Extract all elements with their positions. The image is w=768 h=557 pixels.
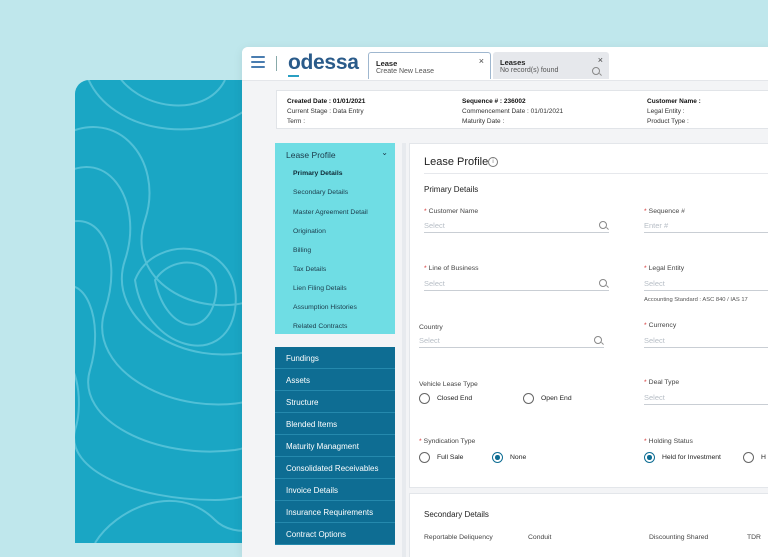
nav-item-invoice-details[interactable]: Invoice Details — [275, 479, 395, 501]
tab-lease[interactable]: Lease Create New Lease × — [368, 52, 491, 79]
column-conduit: Conduit — [528, 534, 552, 541]
vehicle-lease-type-label: Vehicle Lease Type — [419, 381, 478, 388]
chevron-down-icon[interactable]: ⌄ — [381, 148, 388, 157]
nav-sub-master-agreement[interactable]: Master Agreement Detail — [293, 209, 368, 216]
tab-subtitle: No record(s) found — [500, 67, 559, 74]
radio-circle[interactable] — [419, 393, 430, 404]
legal-entity-summary: Legal Entity : — [647, 108, 685, 115]
line-of-business-label: * Line of Business — [424, 265, 479, 272]
customer-name-summary: Customer Name : — [647, 98, 701, 105]
tab-title: Lease — [376, 59, 398, 68]
secondary-details-section: Secondary Details Reportable Deliquency … — [409, 493, 768, 557]
term: Term : — [287, 118, 306, 125]
section-subtitle: Primary Details — [424, 185, 479, 194]
form-title: Lease Profile — [424, 156, 489, 168]
summary-col-1: Created Date : 01/01/2021 Current Stage … — [287, 97, 365, 127]
nav-sub-primary-details[interactable]: Primary Details — [293, 170, 343, 177]
nav-scrollbar[interactable] — [402, 143, 406, 557]
column-reportable-deliquency: Reportable Deliquency — [424, 534, 493, 541]
sequence-number: Sequence # : 236002 — [462, 98, 526, 105]
accounting-standard-note: Accounting Standard : ASC 840 / IAS 17 — [644, 297, 748, 303]
nav-section-title: Lease Profile — [286, 150, 336, 160]
customer-name-label: * Customer Name — [424, 208, 479, 215]
country-input[interactable]: Select — [419, 334, 604, 348]
nav-sub-lien-filing[interactable]: Lien Filing Details — [293, 285, 347, 292]
radio-label: H — [761, 454, 766, 461]
radio-label: None — [510, 454, 527, 461]
nav-section-lease-profile[interactable]: Lease Profile ⌄ Primary Details Secondar… — [275, 143, 395, 334]
nav-item-structure[interactable]: Structure — [275, 391, 395, 413]
search-icon[interactable] — [599, 279, 607, 287]
section-title: Secondary Details — [424, 510, 489, 519]
column-discounting-shared: Discounting Shared — [649, 534, 709, 541]
lease-profile-form: Lease Profile i Primary Details * Custome… — [409, 143, 768, 488]
deal-type-input[interactable]: Select — [644, 391, 768, 405]
sequence-input[interactable]: Enter # — [644, 219, 768, 233]
product-type-summary: Product Type : — [647, 118, 689, 125]
nav-sub-secondary-details[interactable]: Secondary Details — [293, 189, 348, 196]
deal-type-label: * Deal Type — [644, 379, 680, 386]
hamburger-menu-icon[interactable] — [251, 56, 265, 68]
radio-circle-selected[interactable] — [644, 452, 655, 463]
currency-label: * Currency — [644, 322, 677, 329]
search-icon[interactable] — [594, 336, 602, 344]
currency-input[interactable]: Select — [644, 334, 768, 348]
maturity-date: Maturity Date : — [462, 118, 505, 125]
customer-name-input[interactable]: Select — [424, 219, 609, 233]
radio-circle[interactable] — [523, 393, 534, 404]
nav-item-insurance-requirements[interactable]: Insurance Requirements — [275, 501, 395, 523]
nav-item-contract-options[interactable]: Contract Options — [275, 523, 395, 545]
application-window: odessa Lease Create New Lease × Leases N… — [242, 47, 768, 557]
column-tdr: TDR — [747, 534, 761, 541]
lease-summary-bar: Created Date : 01/01/2021 Current Stage … — [276, 90, 768, 129]
radio-circle-selected[interactable] — [492, 452, 503, 463]
close-icon[interactable]: × — [479, 56, 484, 66]
radio-label: Closed End — [437, 395, 473, 402]
app-logo: odessa — [288, 51, 359, 77]
created-date: Created Date : 01/01/2021 — [287, 98, 366, 105]
legal-entity-input[interactable]: Select — [644, 277, 768, 291]
radio-label: Full Sale — [437, 454, 464, 461]
nav-sub-billing[interactable]: Billing — [293, 247, 311, 254]
nav-item-consolidated-receivables[interactable]: Consolidated Receivables — [275, 457, 395, 479]
commencement-date: Commencement Date : 01/01/2021 — [462, 108, 564, 115]
sequence-label: * Sequence # — [644, 208, 685, 215]
country-label: Country — [419, 324, 443, 331]
summary-col-2: Sequence # : 236002 Commencement Date : … — [462, 97, 563, 127]
current-stage: Current Stage : Data Entry — [287, 108, 364, 115]
tab-subtitle: Create New Lease — [376, 68, 434, 75]
tab-leases[interactable]: Leases No record(s) found × — [493, 52, 609, 79]
search-icon[interactable] — [592, 67, 600, 77]
top-bar: odessa Lease Create New Lease × Leases N… — [242, 47, 768, 81]
nav-item-fundings[interactable]: Fundings — [275, 347, 395, 369]
nav-item-assets[interactable]: Assets — [275, 369, 395, 391]
tab-title: Leases — [500, 58, 526, 67]
info-icon[interactable]: i — [488, 157, 498, 167]
summary-col-3: Customer Name : Legal Entity : Product T… — [647, 97, 701, 127]
radio-circle[interactable] — [743, 452, 754, 463]
nav-item-blended-items[interactable]: Blended Items — [275, 413, 395, 435]
nav-sub-origination[interactable]: Origination — [293, 228, 326, 235]
line-of-business-input[interactable]: Select — [424, 277, 609, 291]
nav-item-maturity-management[interactable]: Maturity Managment — [275, 435, 395, 457]
nav-sub-tax-details[interactable]: Tax Details — [293, 266, 326, 273]
divider — [276, 56, 277, 71]
holding-status-label: * Holding Status — [644, 438, 693, 445]
legal-entity-label: * Legal Entity — [644, 265, 685, 272]
logo-text: odessa — [288, 51, 359, 74]
nav-sub-related-contracts[interactable]: Related Contracts — [293, 323, 347, 330]
nav-sub-assumption-histories[interactable]: Assumption Histories — [293, 304, 357, 311]
radio-circle[interactable] — [419, 452, 430, 463]
side-navigation: Lease Profile ⌄ Primary Details Secondar… — [275, 143, 395, 557]
divider — [424, 173, 768, 174]
syndication-type-label: * Syndication Type — [419, 438, 476, 445]
close-icon[interactable]: × — [598, 55, 603, 65]
radio-label: Held for Investment — [662, 454, 721, 461]
search-icon[interactable] — [599, 221, 607, 229]
radio-label: Open End — [541, 395, 572, 402]
